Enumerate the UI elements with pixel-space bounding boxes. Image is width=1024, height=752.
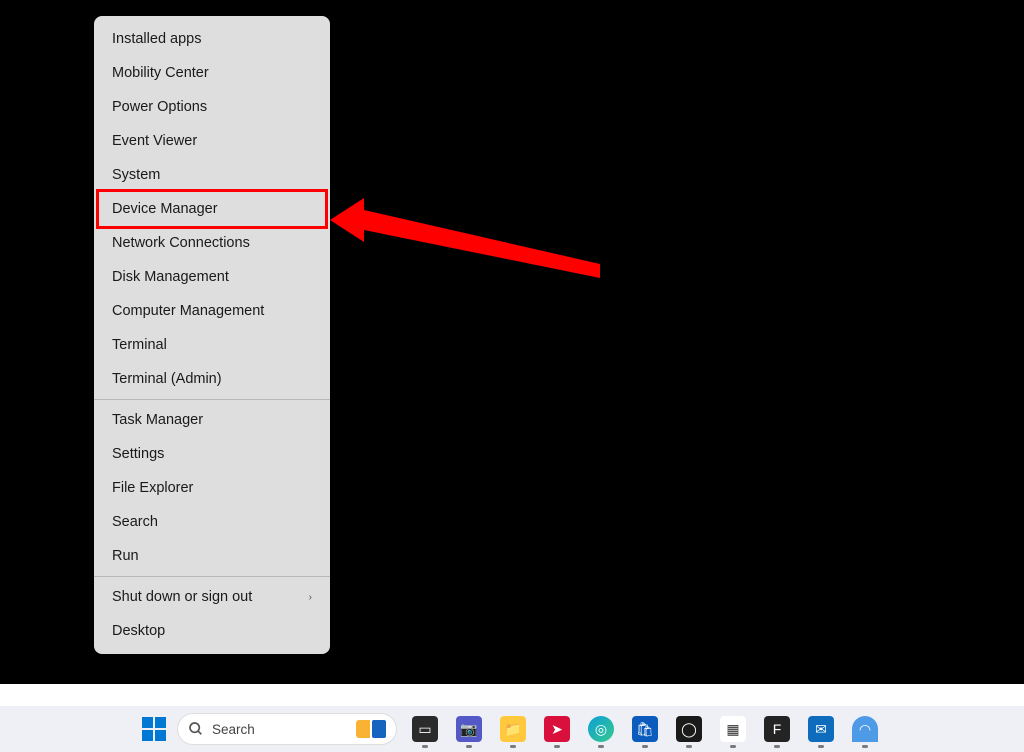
start-button[interactable] <box>139 714 169 744</box>
menu-item-label: System <box>112 167 160 183</box>
taskbar-icon-teams[interactable]: 📷 <box>449 709 489 749</box>
running-indicator <box>730 745 736 748</box>
powertoys-icon: ▦ <box>720 716 746 742</box>
menu-item-event-viewer[interactable]: Event Viewer <box>94 124 330 158</box>
menu-item-disk-management[interactable]: Disk Management <box>94 260 330 294</box>
taskbar-icon-microsoft-store[interactable]: 🛍 <box>625 709 665 749</box>
taskbar-icon-screenrec[interactable]: ➤ <box>537 709 577 749</box>
menu-item-label: File Explorer <box>112 480 193 496</box>
running-indicator <box>466 745 472 748</box>
menu-divider <box>94 576 330 577</box>
screenrec-icon: ➤ <box>544 716 570 742</box>
search-icon <box>188 721 204 737</box>
outlook-new-icon: ✉ <box>808 716 834 742</box>
menu-item-label: Shut down or sign out <box>112 589 252 605</box>
task-view-icon: ▭ <box>412 716 438 742</box>
running-indicator <box>554 745 560 748</box>
figma-icon: F <box>764 716 790 742</box>
menu-item-run[interactable]: Run <box>94 539 330 573</box>
menu-item-terminal[interactable]: Terminal <box>94 328 330 362</box>
running-indicator <box>422 745 428 748</box>
obs-icon: ◯ <box>676 716 702 742</box>
menu-item-label: Power Options <box>112 99 207 115</box>
running-indicator <box>686 745 692 748</box>
arrow-annotation <box>330 180 610 290</box>
menu-item-terminal-admin-[interactable]: Terminal (Admin) <box>94 362 330 396</box>
taskbar-icon-outlook-new[interactable]: ✉ <box>801 709 841 749</box>
menu-item-label: Installed apps <box>112 31 201 47</box>
menu-item-installed-apps[interactable]: Installed apps <box>94 22 330 56</box>
menu-item-label: Settings <box>112 446 164 462</box>
menu-item-power-options[interactable]: Power Options <box>94 90 330 124</box>
menu-item-label: Device Manager <box>112 201 218 217</box>
menu-item-settings[interactable]: Settings <box>94 437 330 471</box>
menu-item-file-explorer[interactable]: File Explorer <box>94 471 330 505</box>
taskbar: Search ▭ 📷 📁 ➤ ◎ 🛍 ◯ ▦ F ✉ ◠ <box>0 706 1024 752</box>
menu-item-label: Search <box>112 514 158 530</box>
running-indicator <box>862 745 868 748</box>
search-box[interactable]: Search <box>177 713 397 745</box>
taskbar-icon-powertoys[interactable]: ▦ <box>713 709 753 749</box>
winx-context-menu: Installed apps Mobility Center Power Optio… <box>94 16 330 654</box>
menu-item-task-manager[interactable]: Task Manager <box>94 403 330 437</box>
menu-item-label: Desktop <box>112 623 165 639</box>
running-indicator <box>510 745 516 748</box>
taskbar-icon-edge[interactable]: ◎ <box>581 709 621 749</box>
menu-item-label: Terminal <box>112 337 167 353</box>
file-explorer-icon: 📁 <box>500 716 526 742</box>
running-indicator <box>818 745 824 748</box>
menu-item-shut-down-or-sign-out[interactable]: Shut down or sign out › <box>94 580 330 614</box>
desktop: Installed apps Mobility Center Power Optio… <box>0 0 1024 752</box>
taskbar-icon-file-explorer[interactable]: 📁 <box>493 709 533 749</box>
menu-item-system[interactable]: System <box>94 158 330 192</box>
running-indicator <box>642 745 648 748</box>
menu-item-label: Mobility Center <box>112 65 209 81</box>
menu-item-label: Run <box>112 548 139 564</box>
menu-item-label: Computer Management <box>112 303 264 319</box>
menu-item-device-manager[interactable]: Device Manager <box>94 192 330 226</box>
taskbar-icon-task-view[interactable]: ▭ <box>405 709 445 749</box>
menu-item-mobility-center[interactable]: Mobility Center <box>94 56 330 90</box>
menu-item-label: Task Manager <box>112 412 203 428</box>
chevron-right-icon: › <box>309 592 312 603</box>
background-strip <box>0 684 1024 706</box>
teams-icon: 📷 <box>456 716 482 742</box>
menu-item-desktop[interactable]: Desktop <box>94 614 330 648</box>
running-indicator <box>774 745 780 748</box>
edge-icon: ◎ <box>588 716 614 742</box>
taskbar-icon-obs[interactable]: ◯ <box>669 709 709 749</box>
search-placeholder: Search <box>212 722 348 737</box>
windows-logo-icon <box>142 717 166 741</box>
menu-divider <box>94 399 330 400</box>
menu-item-network-connections[interactable]: Network Connections <box>94 226 330 260</box>
running-indicator <box>598 745 604 748</box>
microsoft-store-icon: 🛍 <box>632 716 658 742</box>
taskbar-icon-nordvpn[interactable]: ◠ <box>845 709 885 749</box>
menu-item-label: Disk Management <box>112 269 229 285</box>
menu-item-search[interactable]: Search <box>94 505 330 539</box>
menu-item-label: Event Viewer <box>112 133 197 149</box>
nordvpn-icon: ◠ <box>852 716 878 742</box>
menu-item-label: Network Connections <box>112 235 250 251</box>
menu-item-label: Terminal (Admin) <box>112 371 222 387</box>
menu-item-computer-management[interactable]: Computer Management <box>94 294 330 328</box>
taskbar-icon-figma[interactable]: F <box>757 709 797 749</box>
search-highlights-icon <box>356 720 386 738</box>
